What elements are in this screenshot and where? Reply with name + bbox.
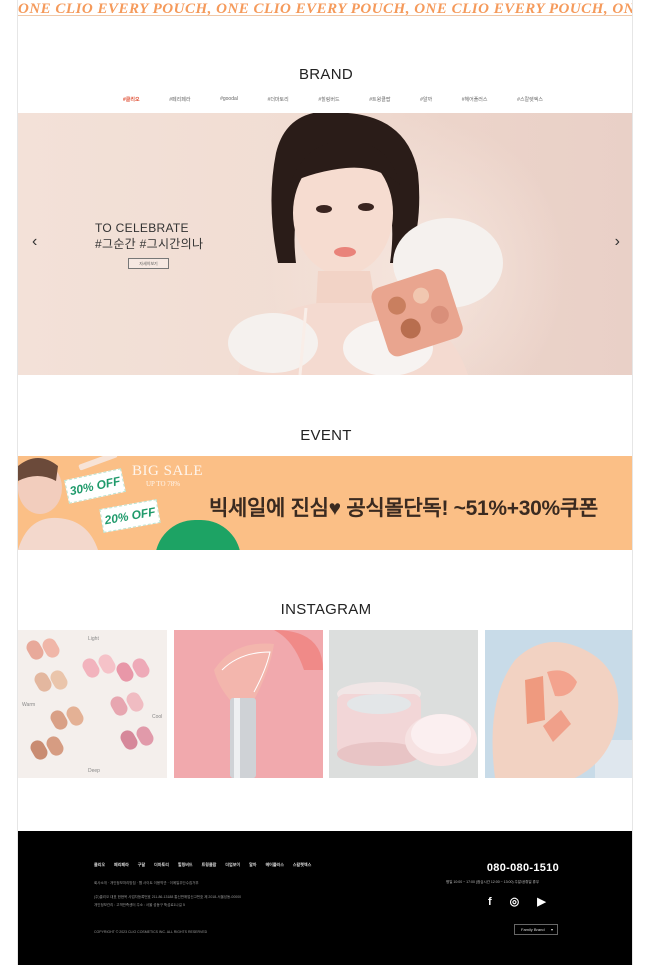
footer-link-hairplus[interactable]: 헤어플러스 xyxy=(265,862,283,868)
brush-image xyxy=(213,630,323,778)
instagram-icon[interactable]: ◎ xyxy=(510,895,520,908)
family-site-select[interactable]: Family Brand ▾ xyxy=(514,924,558,935)
marquee-text: ONE CLIO EVERY POUCH, ONE CLIO EVERY POU… xyxy=(18,1,633,16)
tab-healingbird[interactable]: #힐링버드 xyxy=(318,96,339,106)
hero-slider[interactable]: ‹ › TO CELEBRATE #그순간 #그시간의나 자세히보기 xyxy=(18,113,632,375)
marquee-banner: ONE CLIO EVERY POUCH, ONE CLIO EVERY POU… xyxy=(18,0,633,16)
instagram-grid: Light Warm Cool Deep xyxy=(18,630,632,778)
swatch-label-light: Light xyxy=(88,636,99,642)
footer-link-scarlet-x[interactable]: 스칼렛엑스 xyxy=(293,862,311,868)
footer-link-healingbird[interactable]: 힐링버드 xyxy=(178,862,193,868)
tab-dermatory[interactable]: #더마토리 xyxy=(268,96,289,106)
tab-alkka[interactable]: #알까 xyxy=(420,96,432,106)
hero-model-image xyxy=(228,113,503,375)
big-sale-text: BIG SALE xyxy=(132,463,204,479)
footer-link-theupboy[interactable]: 더업보이 xyxy=(225,862,240,868)
footer-address: 개인정보관리 : 고객만족센터 주소 : 서울 성동구 뚝섬로1나길 5 xyxy=(94,903,185,907)
instagram-post-1[interactable]: Light Warm Cool Deep xyxy=(18,630,167,778)
chevron-right-icon[interactable]: › xyxy=(615,233,620,251)
youtube-icon[interactable]: ▶ xyxy=(537,895,545,908)
event-title: EVENT xyxy=(300,427,352,444)
swatch-label-warm: Warm xyxy=(22,702,36,708)
footer-link-alkka[interactable]: 알까 xyxy=(249,862,256,868)
tab-twinkle-pop[interactable]: #트윙클팝 xyxy=(369,96,390,106)
swatch-label-deep: Deep xyxy=(88,768,100,774)
instagram-title: INSTAGRAM xyxy=(280,601,372,618)
footer-link-twinkle-pop[interactable]: 트윙클팝 xyxy=(202,862,217,868)
event-promo-text: 빅세일에 진심♥ 공식몰단독! ~51%+30%쿠폰 xyxy=(209,497,598,520)
instagram-post-2[interactable] xyxy=(173,630,323,778)
hand-swatch-image xyxy=(484,630,632,778)
page-frame: ONE CLIO EVERY POUCH, ONE CLIO EVERY POU… xyxy=(17,0,633,965)
tab-peripera[interactable]: #페리페라 xyxy=(169,96,190,106)
swatch-chart-image xyxy=(26,638,154,760)
footer-copyright: COPYRIGHT © 2023 CLIO COSMETICS INC. ALL… xyxy=(94,930,208,934)
hero-view-more-button[interactable]: 자세히보기 xyxy=(128,258,169,269)
footer-link-peripera[interactable]: 페리페라 xyxy=(114,862,129,868)
footer-policy-links[interactable]: 회사소개 · 개인정보처리방침 · 웹 사이트 이용약관 · 이메일무단수집거부 xyxy=(94,881,199,886)
customer-center-phone: 080-080-1510 xyxy=(486,862,559,874)
footer-link-dermatory[interactable]: 더마토리 xyxy=(154,862,169,868)
instagram-post-4[interactable] xyxy=(484,630,632,778)
tab-hairplus[interactable]: #헤어플러스 xyxy=(462,96,488,106)
facebook-icon[interactable]: f xyxy=(488,896,492,908)
site-footer: 클리오 페리페라 구달 더마토리 힐링버드 트윙클팝 더업보이 알까 헤어플러스… xyxy=(18,831,632,965)
brand-tabs: #클리오 #페리페라 #goodal #더마토리 #힐링버드 #트윙클팝 #알까… xyxy=(123,96,543,106)
chevron-left-icon[interactable]: ‹ xyxy=(32,233,37,251)
footer-link-goodal[interactable]: 구달 xyxy=(138,862,145,868)
hero-headline-line2: #그순간 #그시간의나 xyxy=(95,237,204,251)
footer-link-clio[interactable]: 클리오 xyxy=(94,862,105,868)
footer-company-info: (주)클리오 대표 한현옥 사업자등록번호 211-86-13188 통신판매업… xyxy=(94,895,242,899)
event-banner[interactable]: BIG SALE UP TO 78% 30% OFF 20% OFF 빅세일에 … xyxy=(18,456,632,550)
family-site-label: Family Brand xyxy=(521,927,545,932)
cushion-compact-image xyxy=(329,630,479,778)
tab-clio[interactable]: #클리오 xyxy=(123,96,140,106)
decorative-green-shape xyxy=(155,520,241,550)
chevron-down-icon: ▾ xyxy=(550,927,553,932)
hero-headline-line1: TO CELEBRATE xyxy=(95,221,189,235)
footer-brand-nav: 클리오 페리페라 구달 더마토리 힐링버드 트윙클팝 더업보이 알까 헤어플러스… xyxy=(94,862,311,868)
up-to-text: UP TO 78% xyxy=(146,480,181,488)
brand-title: BRAND xyxy=(298,66,353,83)
tab-goodal[interactable]: #goodal xyxy=(220,96,238,106)
tab-scarlet-x[interactable]: #스칼렛엑스 xyxy=(517,96,543,106)
instagram-post-3[interactable] xyxy=(329,630,479,778)
customer-center-hours: 평일 10:00 ~ 17:00 (점심시간 12:00 ~ 13:00) 주말… xyxy=(446,880,540,884)
swatch-label-cool: Cool xyxy=(152,714,163,720)
social-links: f ◎ ▶ xyxy=(488,895,546,909)
hero-headline: TO CELEBRATE #그순간 #그시간의나 xyxy=(95,220,203,252)
